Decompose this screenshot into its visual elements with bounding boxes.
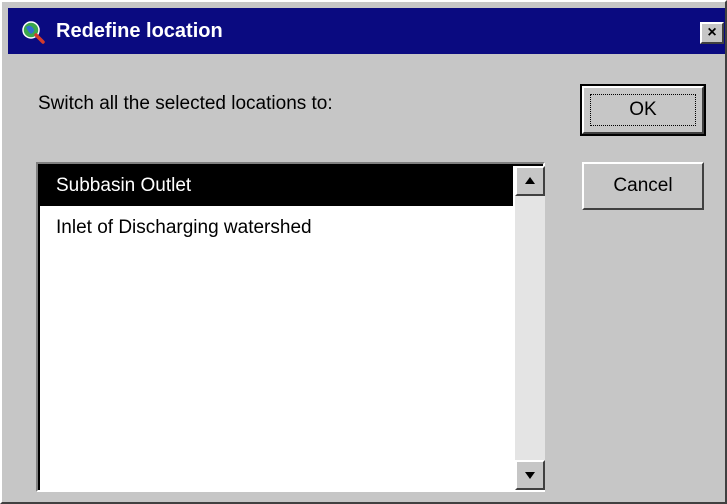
ok-button[interactable]: OK: [580, 84, 706, 136]
arrow-up-icon: [525, 177, 535, 184]
list-item-inlet-discharging-watershed[interactable]: Inlet of Discharging watershed: [40, 208, 513, 248]
globe-magnifier-icon: [20, 19, 46, 45]
cancel-button[interactable]: Cancel: [582, 162, 704, 210]
list-item-subbasin-outlet[interactable]: Subbasin Outlet: [40, 166, 513, 206]
close-button[interactable]: ×: [700, 22, 724, 44]
window-title: Redefine location: [56, 20, 223, 42]
scroll-up-button[interactable]: [515, 166, 545, 196]
arrow-down-icon: [525, 472, 535, 479]
title-bar[interactable]: Redefine location ×: [8, 8, 725, 54]
vertical-scrollbar[interactable]: [515, 166, 545, 490]
listbox-frame: Subbasin Outlet Inlet of Discharging wat…: [38, 164, 545, 490]
location-listbox[interactable]: Subbasin Outlet Inlet of Discharging wat…: [36, 162, 545, 492]
ok-button-label: OK: [629, 99, 657, 120]
cancel-button-label: Cancel: [613, 175, 673, 196]
scroll-down-button[interactable]: [515, 460, 545, 490]
redefine-location-dialog: Redefine location × Switch all the selec…: [0, 0, 727, 504]
prompt-label: Switch all the selected locations to:: [38, 93, 333, 114]
